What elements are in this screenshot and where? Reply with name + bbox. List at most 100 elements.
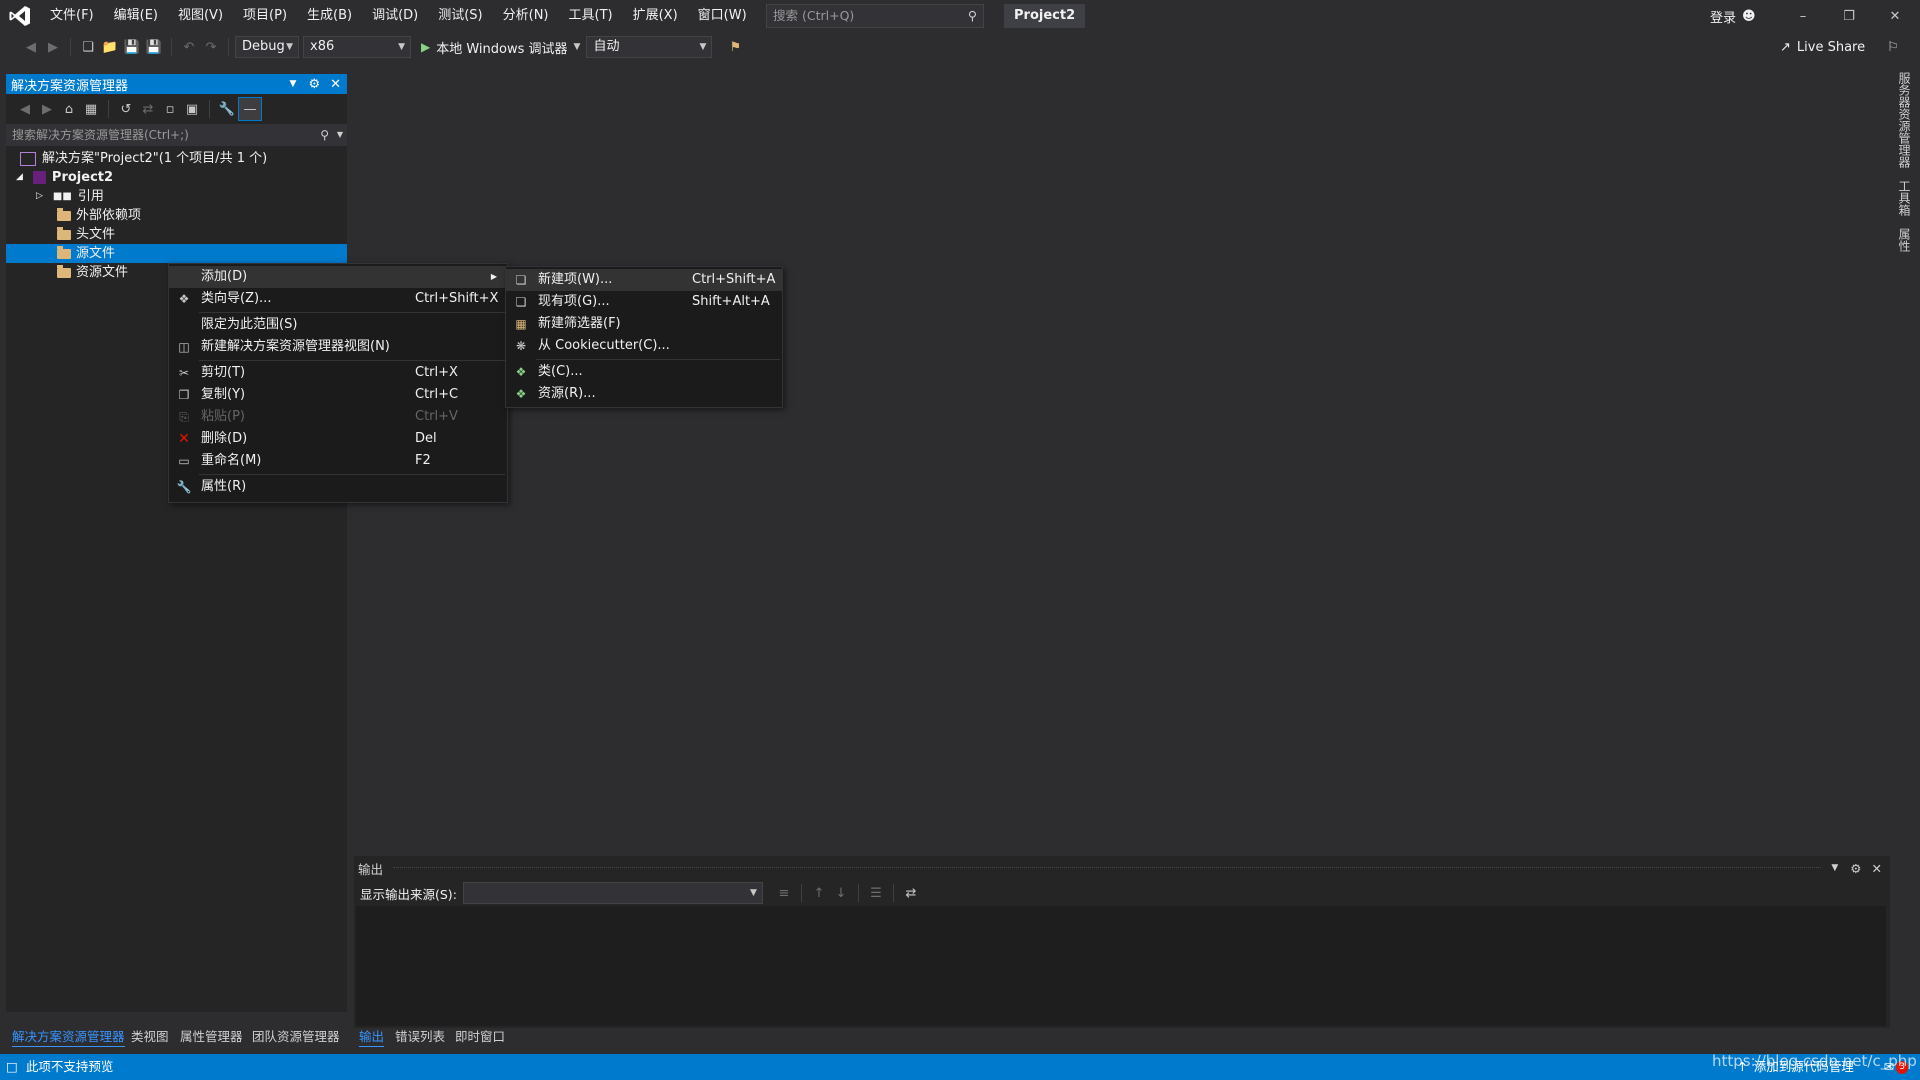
undo-icon[interactable]: ↶ xyxy=(178,36,200,58)
tab-immediate-window[interactable]: 即时窗口 xyxy=(455,1028,505,1046)
tab-solution-explorer[interactable]: 解决方案资源管理器 xyxy=(12,1028,125,1047)
menu-10[interactable]: 窗口(W) xyxy=(688,0,757,32)
chevron-down-icon[interactable]: ▼ xyxy=(1831,863,1838,873)
tab-property-manager[interactable]: 属性管理器 xyxy=(180,1028,243,1046)
collapsed-arrow-icon[interactable]: ▷ xyxy=(36,187,43,206)
start-debug-button[interactable]: ▶ 本地 Windows 调试器 ▼ xyxy=(421,38,580,57)
menu-1[interactable]: 编辑(E) xyxy=(104,0,168,32)
toolbar-separator xyxy=(800,884,802,902)
account-icon[interactable]: ☻ xyxy=(1742,9,1756,24)
solution-search-input[interactable]: 搜索解决方案资源管理器(Ctrl+;) ⚲ ▼ xyxy=(6,124,347,146)
submenu-item-new-item[interactable]: ❏ 新建项(W)... Ctrl+Shift+A xyxy=(506,269,782,291)
menu-item-new-view[interactable]: ◫ 新建解决方案资源管理器视图(N) xyxy=(169,336,507,358)
redo-icon[interactable]: ↷ xyxy=(200,36,222,58)
tree-header-files[interactable]: 头文件 xyxy=(57,225,115,244)
login-link[interactable]: 登录 xyxy=(1710,7,1736,26)
tab-output[interactable]: 输出 xyxy=(359,1028,385,1047)
close-icon[interactable]: ✕ xyxy=(1872,861,1882,876)
menu-0[interactable]: 文件(F) xyxy=(40,0,104,32)
server-explorer-tab[interactable]: 服务器资源管理器 xyxy=(1896,72,1913,168)
forward-icon[interactable]: ▶ xyxy=(36,98,58,120)
menu-item-scope[interactable]: 限定为此范围(S) xyxy=(169,314,507,336)
show-all-files-icon[interactable]: ▣ xyxy=(181,98,203,120)
back-icon[interactable]: ◀ xyxy=(20,36,42,58)
platform-select[interactable]: x86 ▼ xyxy=(303,36,411,58)
close-window-icon[interactable]: ✕ xyxy=(1872,5,1918,27)
submenu-item-new-filter[interactable]: ▦ 新建筛选器(F) xyxy=(506,313,782,335)
back-icon[interactable]: ◀ xyxy=(14,98,36,120)
word-wrap-icon[interactable]: ☰ xyxy=(865,882,887,904)
search-input[interactable]: 搜索 (Ctrl+Q) ⚲ xyxy=(766,4,984,28)
output-text-area[interactable] xyxy=(356,906,1886,1026)
menu-item-add[interactable]: 添加(D) ▶ xyxy=(169,266,507,288)
wrench-icon[interactable]: 🔧 xyxy=(216,98,238,120)
vs-logo-icon[interactable] xyxy=(0,0,40,32)
tree-resource-files[interactable]: 资源文件 xyxy=(57,263,128,282)
tab-team-explorer[interactable]: 团队资源管理器 xyxy=(252,1028,340,1046)
menu-2[interactable]: 视图(V) xyxy=(168,0,233,32)
feedback-icon[interactable]: ⚑ xyxy=(724,36,746,58)
close-icon[interactable]: ✕ xyxy=(330,77,341,92)
new-project-icon[interactable]: ❏ xyxy=(77,36,99,58)
submenu-item-cookiecutter[interactable]: ❋ 从 Cookiecutter(C)... xyxy=(506,335,782,357)
menu-6[interactable]: 测试(S) xyxy=(428,0,492,32)
collapse-all-icon[interactable]: ▫ xyxy=(159,98,181,120)
menu-item-properties[interactable]: 🔧 属性(R) xyxy=(169,476,507,498)
menu-item-delete[interactable]: ✕ 删除(D) Del xyxy=(169,428,507,450)
save-icon[interactable]: 💾 xyxy=(121,36,143,58)
auto-value: 自动 xyxy=(593,39,620,54)
menu-8[interactable]: 工具(T) xyxy=(559,0,623,32)
save-all-icon[interactable]: 💾 xyxy=(143,36,165,58)
properties-tab[interactable]: 属性 xyxy=(1896,228,1913,252)
open-file-icon[interactable]: 📁 xyxy=(99,36,121,58)
config-select[interactable]: Debug ▼ xyxy=(235,36,299,58)
prev-message-icon[interactable]: ↑ xyxy=(808,882,830,904)
restore-icon[interactable]: ❐ xyxy=(1826,5,1872,27)
history-icon[interactable]: ↺ xyxy=(115,98,137,120)
submenu-item-existing-item[interactable]: ❏ 现有项(G)... Shift+Alt+A xyxy=(506,291,782,313)
switch-views-icon[interactable]: ▦ xyxy=(80,98,102,120)
minimize-icon[interactable]: – xyxy=(1780,5,1826,27)
watermark-text: https://blog.csdn.net/c_php xyxy=(1712,1052,1917,1070)
search-icon[interactable]: ⚲ xyxy=(320,124,329,146)
sync-icon[interactable]: ⇄ xyxy=(137,98,159,120)
pin-feedback-icon[interactable]: ⚐ xyxy=(1882,36,1904,58)
auto-select[interactable]: 自动 ▼ xyxy=(586,36,713,58)
menu-item-rename[interactable]: ▭ 重命名(M) F2 xyxy=(169,450,507,472)
submenu-item-class[interactable]: ❖ 类(C)... xyxy=(506,361,782,383)
menu-3[interactable]: 项目(P) xyxy=(233,0,297,32)
forward-icon[interactable]: ▶ xyxy=(42,36,64,58)
tree-external-deps[interactable]: 外部依赖项 xyxy=(57,206,141,225)
menu-5[interactable]: 调试(D) xyxy=(362,0,428,32)
tree-solution[interactable]: 解决方案"Project2"(1 个项目/共 1 个) xyxy=(20,149,267,168)
tree-source-files[interactable]: 源文件 xyxy=(57,244,115,263)
menu-7[interactable]: 分析(N) xyxy=(493,0,559,32)
menu-4[interactable]: 生成(B) xyxy=(297,0,362,32)
home-icon[interactable]: ⌂ xyxy=(58,98,80,120)
tab-class-view[interactable]: 类视图 xyxy=(131,1028,169,1046)
expanded-arrow-icon[interactable]: ◢ xyxy=(16,168,23,187)
output-source-select[interactable]: ▼ xyxy=(462,882,763,904)
menu-item-cut[interactable]: ✂ 剪切(T) Ctrl+X xyxy=(169,362,507,384)
menu-item-copy[interactable]: ❐ 复制(Y) Ctrl+C xyxy=(169,384,507,406)
login-area[interactable]: 登录 ☻ xyxy=(1710,0,1756,32)
live-share-button[interactable]: ↗ Live Share xyxy=(1780,36,1865,58)
preview-icon[interactable]: — xyxy=(238,97,262,121)
tree-references[interactable]: ▷ ■■ 引用 xyxy=(36,187,104,206)
menu-9[interactable]: 扩展(X) xyxy=(623,0,688,32)
submenu-item-resource[interactable]: ❖ 资源(R)... xyxy=(506,383,782,405)
next-message-icon[interactable]: ↓ xyxy=(830,882,852,904)
tree-project[interactable]: ◢ Project2 xyxy=(16,168,113,187)
menu-item-class-wizard[interactable]: ❖ 类向导(Z)... Ctrl+Shift+X xyxy=(169,288,507,310)
clear-output-icon[interactable]: ≡ xyxy=(773,882,795,904)
class-wizard-icon: ❖ xyxy=(178,292,190,306)
tree-label: 解决方案"Project2"(1 个项目/共 1 个) xyxy=(42,151,268,166)
toggle-wrap-icon[interactable]: ⇄ xyxy=(900,882,922,904)
tab-error-list[interactable]: 错误列表 xyxy=(395,1028,445,1046)
pin-icon[interactable]: ⚙ xyxy=(308,77,320,92)
toolbox-tab[interactable]: 工具箱 xyxy=(1896,180,1913,216)
search-icon[interactable]: ⚲ xyxy=(968,5,977,27)
chevron-down-icon[interactable]: ▼ xyxy=(337,124,343,146)
chevron-down-icon[interactable]: ▼ xyxy=(290,79,297,89)
pin-icon[interactable]: ⚙ xyxy=(1850,861,1861,876)
